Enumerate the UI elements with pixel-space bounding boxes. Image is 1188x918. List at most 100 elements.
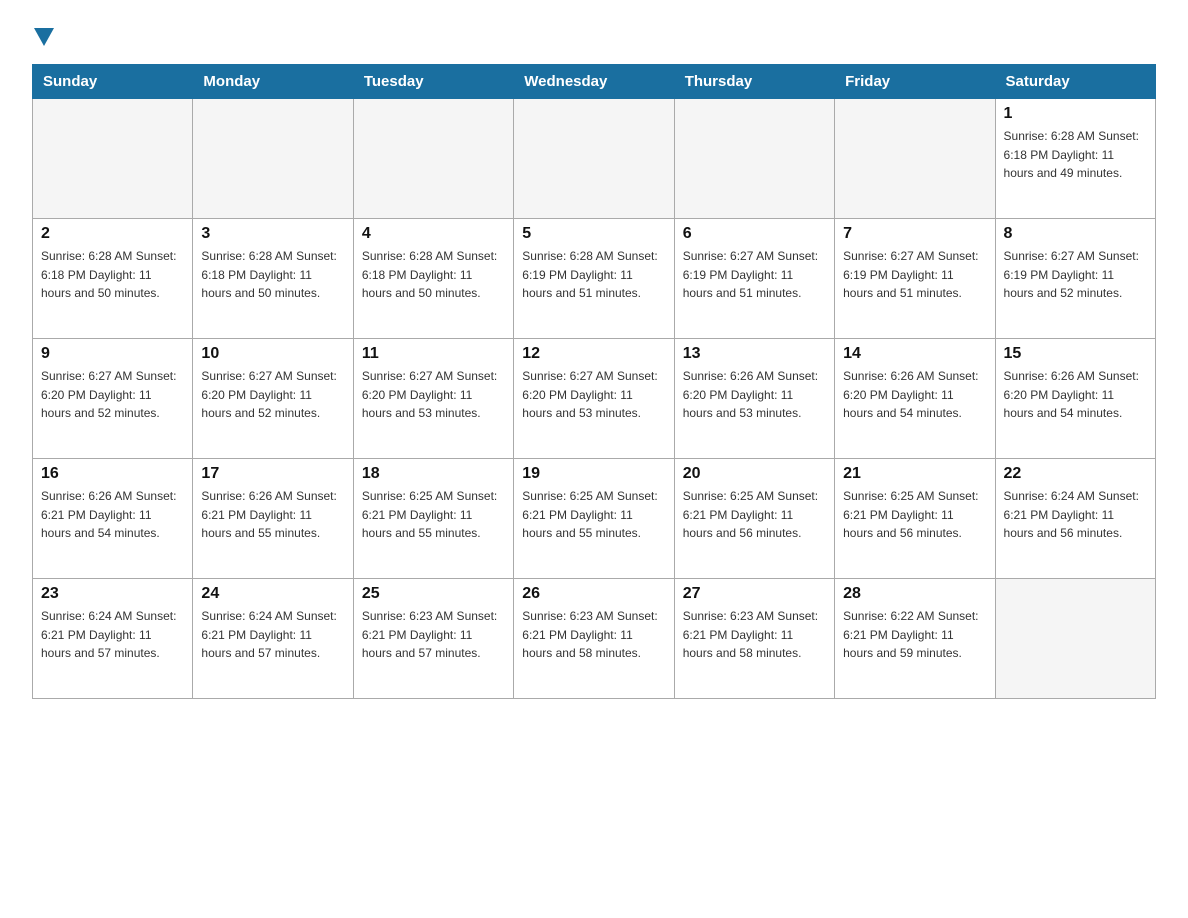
calendar-cell: 4 Sunrise: 6:28 AM Sunset: 6:18 PM Daylig…: [353, 219, 513, 339]
day-info: Sunrise: 6:24 AM Sunset: 6:21 PM Dayligh…: [1004, 487, 1147, 543]
day-info: Sunrise: 6:28 AM Sunset: 6:18 PM Dayligh…: [201, 247, 344, 303]
calendar-cell: 26Sunrise: 6:23 AM Sunset: 6:21 PM Dayli…: [514, 579, 674, 699]
weekday-header-tuesday: Tuesday: [353, 65, 513, 99]
day-number: 8: [1004, 225, 1147, 243]
calendar-cell: 23 Sunrise: 6:24 AM Sunset: 6:21 PM Dayli…: [33, 579, 193, 699]
day-info: Sunrise: 6:27 AM Sunset: 6:19 PM Dayligh…: [1004, 247, 1147, 303]
day-info: Sunrise: 6:25 AM Sunset: 6:21 PM Dayligh…: [362, 487, 505, 543]
day-number: 24: [201, 585, 344, 603]
day-info: Sunrise: 6:27 AM Sunset: 6:20 PM Dayligh…: [201, 367, 344, 423]
calendar-header-row: SundayMondayTuesdayWednesdayThursdayFrid…: [33, 65, 1156, 99]
day-info: Sunrise: 6:25 AM Sunset: 6:21 PM Dayligh…: [683, 487, 826, 543]
day-number: 28: [843, 585, 986, 603]
day-number: 7: [843, 225, 986, 243]
day-number: 14: [843, 345, 986, 363]
day-number: 10: [201, 345, 344, 363]
day-number: 17: [201, 465, 344, 483]
calendar-cell: 16 Sunrise: 6:26 AM Sunset: 6:21 PM Dayli…: [33, 459, 193, 579]
day-number: 25: [362, 585, 505, 603]
day-info: Sunrise: 6:27 AM Sunset: 6:20 PM Dayligh…: [362, 367, 505, 423]
day-info: Sunrise: 6:26 AM Sunset: 6:20 PM Dayligh…: [843, 367, 986, 423]
calendar-week-row: 23 Sunrise: 6:24 AM Sunset: 6:21 PM Dayli…: [33, 579, 1156, 699]
day-number: 27: [683, 585, 826, 603]
calendar-week-row: 1 Sunrise: 6:28 AM Sunset: 6:18 PM Daylig…: [33, 99, 1156, 219]
weekday-header-thursday: Thursday: [674, 65, 834, 99]
calendar-cell: [33, 99, 193, 219]
day-number: 23: [41, 585, 184, 603]
day-info: Sunrise: 6:26 AM Sunset: 6:20 PM Dayligh…: [1004, 367, 1147, 423]
calendar-cell: 17 Sunrise: 6:26 AM Sunset: 6:21 PM Dayli…: [193, 459, 353, 579]
day-number: 4: [362, 225, 505, 243]
day-number: 21: [843, 465, 986, 483]
calendar-cell: 20 Sunrise: 6:25 AM Sunset: 6:21 PM Dayli…: [674, 459, 834, 579]
day-number: 18: [362, 465, 505, 483]
day-info: Sunrise: 6:24 AM Sunset: 6:21 PM Dayligh…: [201, 607, 344, 663]
day-number: 15: [1004, 345, 1147, 363]
calendar-cell: 5 Sunrise: 6:28 AM Sunset: 6:19 PM Daylig…: [514, 219, 674, 339]
calendar-cell: [193, 99, 353, 219]
calendar-week-row: 16 Sunrise: 6:26 AM Sunset: 6:21 PM Dayli…: [33, 459, 1156, 579]
day-info: Sunrise: 6:23 AM Sunset: 6:21 PM Dayligh…: [522, 607, 665, 663]
day-info: Sunrise: 6:23 AM Sunset: 6:21 PM Dayligh…: [683, 607, 826, 663]
weekday-header-saturday: Saturday: [995, 65, 1155, 99]
day-number: 5: [522, 225, 665, 243]
day-info: Sunrise: 6:28 AM Sunset: 6:19 PM Dayligh…: [522, 247, 665, 303]
calendar-cell: 1 Sunrise: 6:28 AM Sunset: 6:18 PM Daylig…: [995, 99, 1155, 219]
weekday-header-monday: Monday: [193, 65, 353, 99]
day-number: 3: [201, 225, 344, 243]
calendar-cell: [514, 99, 674, 219]
calendar-cell: [674, 99, 834, 219]
day-number: 16: [41, 465, 184, 483]
calendar-cell: 22 Sunrise: 6:24 AM Sunset: 6:21 PM Dayli…: [995, 459, 1155, 579]
calendar-cell: 27 Sunrise: 6:23 AM Sunset: 6:21 PM Dayli…: [674, 579, 834, 699]
weekday-header-sunday: Sunday: [33, 65, 193, 99]
logo: [32, 24, 54, 44]
calendar-cell: 8 Sunrise: 6:27 AM Sunset: 6:19 PM Daylig…: [995, 219, 1155, 339]
calendar-cell: 14 Sunrise: 6:26 AM Sunset: 6:20 PM Dayli…: [835, 339, 995, 459]
day-info: Sunrise: 6:28 AM Sunset: 6:18 PM Dayligh…: [1004, 127, 1147, 183]
calendar-cell: 13 Sunrise: 6:26 AM Sunset: 6:20 PM Dayli…: [674, 339, 834, 459]
calendar-cell: 3 Sunrise: 6:28 AM Sunset: 6:18 PM Daylig…: [193, 219, 353, 339]
day-number: 9: [41, 345, 184, 363]
weekday-header-friday: Friday: [835, 65, 995, 99]
day-number: 22: [1004, 465, 1147, 483]
day-info: Sunrise: 6:26 AM Sunset: 6:21 PM Dayligh…: [41, 487, 184, 543]
logo-triangle-icon: [34, 28, 54, 46]
calendar-cell: [353, 99, 513, 219]
day-number: 6: [683, 225, 826, 243]
calendar-cell: 18 Sunrise: 6:25 AM Sunset: 6:21 PM Dayli…: [353, 459, 513, 579]
weekday-header-wednesday: Wednesday: [514, 65, 674, 99]
day-number: 12: [522, 345, 665, 363]
day-info: Sunrise: 6:26 AM Sunset: 6:20 PM Dayligh…: [683, 367, 826, 423]
day-info: Sunrise: 6:27 AM Sunset: 6:19 PM Dayligh…: [683, 247, 826, 303]
calendar-cell: 24 Sunrise: 6:24 AM Sunset: 6:21 PM Dayli…: [193, 579, 353, 699]
day-info: Sunrise: 6:26 AM Sunset: 6:21 PM Dayligh…: [201, 487, 344, 543]
day-info: Sunrise: 6:24 AM Sunset: 6:21 PM Dayligh…: [41, 607, 184, 663]
calendar-cell: 7Sunrise: 6:27 AM Sunset: 6:19 PM Daylig…: [835, 219, 995, 339]
calendar-cell: 11 Sunrise: 6:27 AM Sunset: 6:20 PM Dayli…: [353, 339, 513, 459]
calendar-week-row: 9 Sunrise: 6:27 AM Sunset: 6:20 PM Daylig…: [33, 339, 1156, 459]
day-info: Sunrise: 6:23 AM Sunset: 6:21 PM Dayligh…: [362, 607, 505, 663]
day-number: 13: [683, 345, 826, 363]
page-header: [32, 24, 1156, 44]
calendar-cell: 2Sunrise: 6:28 AM Sunset: 6:18 PM Daylig…: [33, 219, 193, 339]
day-number: 11: [362, 345, 505, 363]
calendar-cell: 25 Sunrise: 6:23 AM Sunset: 6:21 PM Dayli…: [353, 579, 513, 699]
calendar-cell: 6 Sunrise: 6:27 AM Sunset: 6:19 PM Daylig…: [674, 219, 834, 339]
day-info: Sunrise: 6:25 AM Sunset: 6:21 PM Dayligh…: [843, 487, 986, 543]
day-info: Sunrise: 6:27 AM Sunset: 6:20 PM Dayligh…: [522, 367, 665, 423]
calendar-cell: 12 Sunrise: 6:27 AM Sunset: 6:20 PM Dayli…: [514, 339, 674, 459]
day-info: Sunrise: 6:27 AM Sunset: 6:20 PM Dayligh…: [41, 367, 184, 423]
day-number: 19: [522, 465, 665, 483]
calendar-week-row: 2Sunrise: 6:28 AM Sunset: 6:18 PM Daylig…: [33, 219, 1156, 339]
day-number: 1: [1004, 105, 1147, 123]
calendar-table: SundayMondayTuesdayWednesdayThursdayFrid…: [32, 64, 1156, 699]
day-number: 20: [683, 465, 826, 483]
day-info: Sunrise: 6:22 AM Sunset: 6:21 PM Dayligh…: [843, 607, 986, 663]
day-info: Sunrise: 6:25 AM Sunset: 6:21 PM Dayligh…: [522, 487, 665, 543]
calendar-cell: 19 Sunrise: 6:25 AM Sunset: 6:21 PM Dayli…: [514, 459, 674, 579]
calendar-cell: 10 Sunrise: 6:27 AM Sunset: 6:20 PM Dayli…: [193, 339, 353, 459]
calendar-cell: 9 Sunrise: 6:27 AM Sunset: 6:20 PM Daylig…: [33, 339, 193, 459]
day-info: Sunrise: 6:28 AM Sunset: 6:18 PM Dayligh…: [362, 247, 505, 303]
calendar-cell: 28 Sunrise: 6:22 AM Sunset: 6:21 PM Dayli…: [835, 579, 995, 699]
